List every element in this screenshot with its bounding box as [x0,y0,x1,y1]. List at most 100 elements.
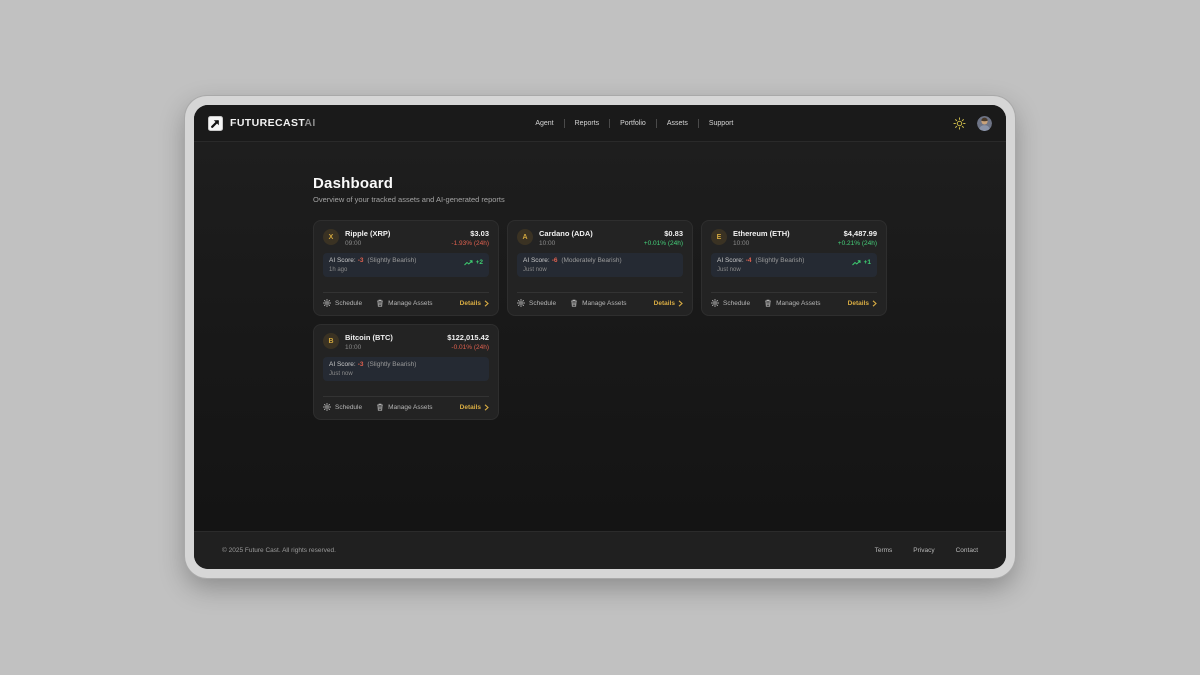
manage-assets-button[interactable]: Manage Assets [376,403,432,411]
card-actions: Schedule Manage Assets Details [711,292,877,307]
coin-change: +0.01% (24h) [644,240,683,247]
chevron-right-icon [484,300,489,307]
score-sentiment: (Moderately Bearish) [561,257,621,264]
score-value: -6 [552,257,558,264]
score-value: -4 [746,257,752,264]
nav-separator [698,119,699,128]
details-button[interactable]: Details [460,300,489,307]
coin-name: Cardano (ADA) [539,229,638,238]
brand-name: FUTURECASTAI [230,117,316,129]
score-label: AI Score: [523,257,550,264]
chevron-right-icon [678,300,683,307]
score-updated: Just now [329,371,416,377]
ai-score-strip: AI Score:-3 (Slightly Bearish) 1h ago +2 [323,253,489,277]
trash-icon [376,299,384,307]
card-actions: Schedule Manage Assets Details [323,292,489,307]
score-updated: Just now [717,267,804,273]
trend-badge: +2 [464,259,483,266]
gear-icon [323,299,331,307]
navbar: FUTURECASTAI Agent Reports Portfolio Ass… [194,105,1006,142]
coin-time: 10:00 [733,240,832,247]
coin-change: -1.93% (24h) [451,240,489,247]
score-label: AI Score: [329,257,356,264]
nav-separator [609,119,610,128]
manage-assets-button[interactable]: Manage Assets [376,299,432,307]
nav-item-support[interactable]: Support [707,117,736,130]
nav-item-assets[interactable]: Assets [665,117,690,130]
user-avatar[interactable] [977,116,992,131]
trash-icon [764,299,772,307]
brand-logo[interactable]: FUTURECASTAI [208,116,316,131]
manage-assets-button[interactable]: Manage Assets [570,299,626,307]
card-header: X Ripple (XRP) 09:00 $3.03 -1.93% (24h) [323,229,489,247]
card-actions: Schedule Manage Assets Details [517,292,683,307]
navbar-right [953,116,992,131]
footer-link-contact[interactable]: Contact [956,547,978,554]
gear-icon [323,403,331,411]
asset-card-bitcoin: B Bitcoin (BTC) 10:00 $122,015.42 -0.01%… [313,324,499,420]
coin-name: Ethereum (ETH) [733,229,832,238]
schedule-button[interactable]: Schedule [323,403,362,411]
schedule-button[interactable]: Schedule [323,299,362,307]
score-label: AI Score: [717,257,744,264]
score-sentiment: (Slightly Bearish) [755,257,804,264]
nav-separator [564,119,565,128]
main-nav: Agent Reports Portfolio Assets Support [316,117,953,130]
trend-badge: +1 [852,259,871,266]
score-updated: Just now [523,267,622,273]
coin-price: $4,487.99 [838,229,877,238]
coin-name: Ripple (XRP) [345,229,445,238]
chevron-right-icon [872,300,877,307]
ai-score-strip: AI Score:-4 (Slightly Bearish) Just now … [711,253,877,277]
device-frame: FUTURECASTAI Agent Reports Portfolio Ass… [185,96,1015,578]
schedule-button[interactable]: Schedule [517,299,556,307]
details-button[interactable]: Details [460,404,489,411]
coin-price: $122,015.42 [447,333,489,342]
asset-card-ripple: X Ripple (XRP) 09:00 $3.03 -1.93% (24h) [313,220,499,316]
score-updated: 1h ago [329,267,416,273]
coin-change: +0.21% (24h) [838,240,877,247]
nav-item-agent[interactable]: Agent [533,117,555,130]
trash-icon [376,403,384,411]
coin-time: 10:00 [345,344,441,351]
coin-name: Bitcoin (BTC) [345,333,441,342]
score-value: -3 [358,257,364,264]
coin-initial-badge: X [323,229,339,245]
details-button[interactable]: Details [654,300,683,307]
page-title: Dashboard [313,175,887,192]
sun-icon[interactable] [953,117,966,130]
card-header: B Bitcoin (BTC) 10:00 $122,015.42 -0.01%… [323,333,489,351]
app-footer: © 2025 Future Cast. All rights reserved.… [194,531,1006,569]
trash-icon [570,299,578,307]
ai-score-strip: AI Score:-3 (Slightly Bearish) Just now [323,357,489,381]
nav-item-reports[interactable]: Reports [573,117,602,130]
score-label: AI Score: [329,361,356,368]
ai-score-strip: AI Score:-6 (Moderately Bearish) Just no… [517,253,683,277]
nav-separator [656,119,657,128]
footer-link-terms[interactable]: Terms [875,547,893,554]
coin-change: -0.01% (24h) [447,344,489,351]
details-button[interactable]: Details [848,300,877,307]
schedule-button[interactable]: Schedule [711,299,750,307]
score-sentiment: (Slightly Bearish) [367,361,416,368]
gear-icon [711,299,719,307]
card-actions: Schedule Manage Assets Details [323,396,489,411]
manage-assets-button[interactable]: Manage Assets [764,299,820,307]
coin-initial-badge: A [517,229,533,245]
coin-time: 09:00 [345,240,445,247]
copyright-text: © 2025 Future Cast. All rights reserved. [222,547,336,554]
coin-price: $3.03 [451,229,489,238]
asset-card-cardano: A Cardano (ADA) 10:00 $0.83 +0.01% (24h) [507,220,693,316]
arrow-up-right-logo-icon [208,116,223,131]
nav-item-portfolio[interactable]: Portfolio [618,117,648,130]
main-content: Dashboard Overview of your tracked asset… [194,142,1006,531]
trending-up-icon [852,260,861,266]
score-value: -3 [358,361,364,368]
chevron-right-icon [484,404,489,411]
card-header: A Cardano (ADA) 10:00 $0.83 +0.01% (24h) [517,229,683,247]
card-header: E Ethereum (ETH) 10:00 $4,487.99 +0.21% … [711,229,877,247]
asset-card-ethereum: E Ethereum (ETH) 10:00 $4,487.99 +0.21% … [701,220,887,316]
score-sentiment: (Slightly Bearish) [367,257,416,264]
gear-icon [517,299,525,307]
footer-link-privacy[interactable]: Privacy [913,547,934,554]
